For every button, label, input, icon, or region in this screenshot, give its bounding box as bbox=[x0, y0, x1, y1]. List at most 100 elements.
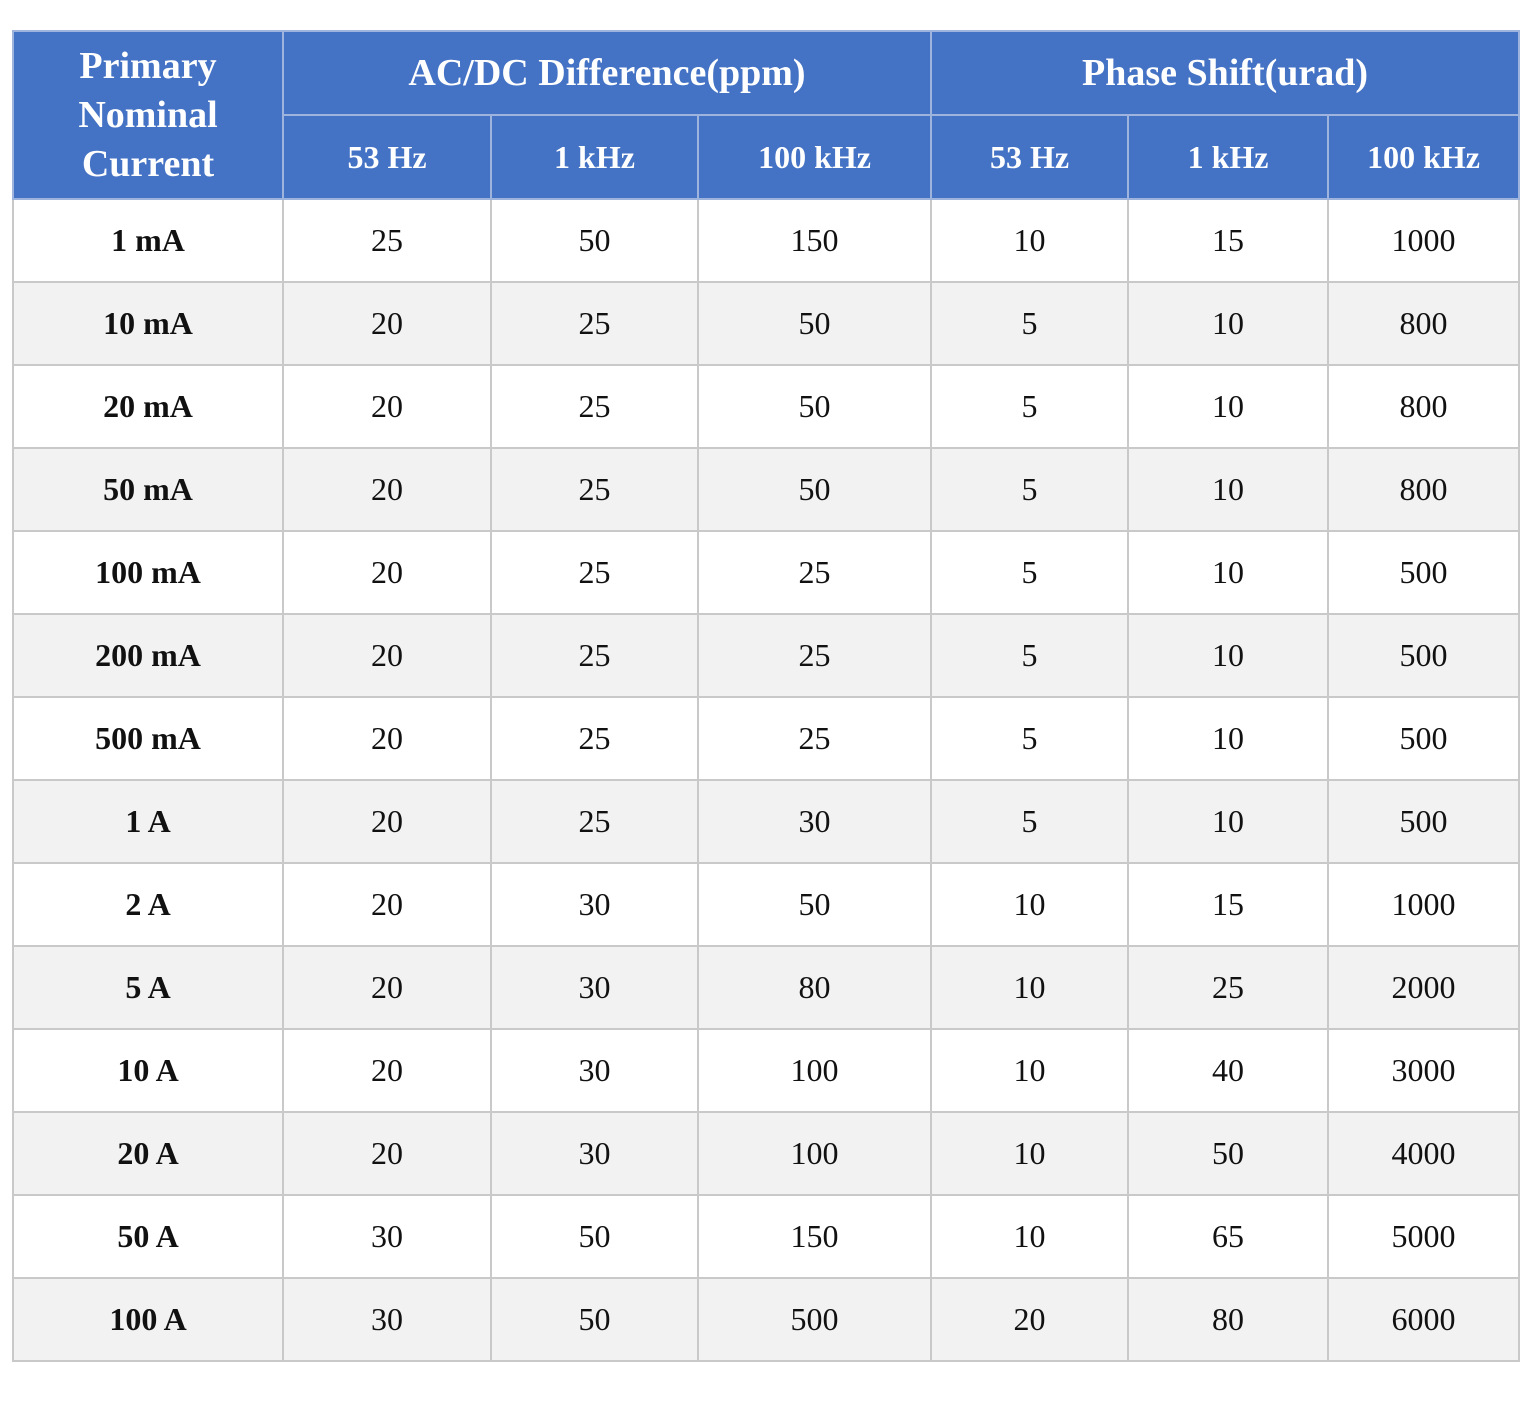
header-row-groups: Primary Nominal Current AC/DC Difference… bbox=[12, 30, 1521, 200]
value-cell: 80 bbox=[696, 945, 933, 1030]
value-cell: 20 bbox=[282, 364, 492, 449]
value-cell: 25 bbox=[696, 696, 933, 781]
value-cell: 5000 bbox=[1327, 1194, 1521, 1279]
value-cell: 20 bbox=[282, 613, 492, 698]
current-cell: 20 A bbox=[12, 1111, 284, 1196]
value-cell: 10 bbox=[930, 198, 1130, 283]
current-cell: 50 A bbox=[12, 1194, 284, 1279]
value-cell: 10 bbox=[1127, 364, 1330, 449]
value-cell: 1000 bbox=[1327, 198, 1521, 283]
value-cell: 20 bbox=[282, 779, 492, 864]
table-row: 20 mA 20 25 50 5 10 800 bbox=[12, 364, 1521, 449]
table-row: 50 mA 20 25 50 5 10 800 bbox=[12, 447, 1521, 532]
value-cell: 10 bbox=[930, 1028, 1130, 1113]
current-cell: 10 mA bbox=[12, 281, 284, 366]
value-cell: 800 bbox=[1327, 281, 1521, 366]
value-cell: 500 bbox=[1327, 779, 1521, 864]
table-row: 1 mA 25 50 150 10 15 1000 bbox=[12, 198, 1521, 283]
value-cell: 500 bbox=[1327, 530, 1521, 615]
frequency-header: 1 kHz bbox=[1127, 114, 1330, 200]
primary-nominal-current-header: Primary Nominal Current bbox=[12, 30, 284, 200]
table-row: 100 A 30 50 500 20 80 6000 bbox=[12, 1277, 1521, 1362]
table-row: 1 A 20 25 30 5 10 500 bbox=[12, 779, 1521, 864]
value-cell: 30 bbox=[282, 1277, 492, 1362]
value-cell: 5 bbox=[930, 613, 1130, 698]
value-cell: 25 bbox=[490, 530, 699, 615]
current-cell: 20 mA bbox=[12, 364, 284, 449]
value-cell: 5 bbox=[930, 696, 1130, 781]
table-row: 20 A 20 30 100 10 50 4000 bbox=[12, 1111, 1521, 1196]
header-line: Current bbox=[81, 142, 215, 185]
phase-shift-header: Phase Shift(urad) bbox=[930, 30, 1521, 116]
specifications-table: Primary Nominal Current AC/DC Difference… bbox=[12, 30, 1521, 1362]
value-cell: 10 bbox=[930, 945, 1130, 1030]
value-cell: 6000 bbox=[1327, 1277, 1521, 1362]
value-cell: 10 bbox=[1127, 779, 1330, 864]
value-cell: 20 bbox=[282, 1111, 492, 1196]
value-cell: 25 bbox=[490, 447, 699, 532]
value-cell: 80 bbox=[1127, 1277, 1330, 1362]
header-line: Primary bbox=[79, 44, 217, 87]
value-cell: 4000 bbox=[1327, 1111, 1521, 1196]
table-body: 1 mA 25 50 150 10 15 1000 10 mA 20 25 50 5 10 800 20 m… bbox=[12, 198, 1521, 1362]
value-cell: 20 bbox=[282, 1028, 492, 1113]
frequency-header: 1 kHz bbox=[490, 114, 699, 200]
value-cell: 10 bbox=[930, 1111, 1130, 1196]
value-cell: 5 bbox=[930, 779, 1130, 864]
current-cell: 1 mA bbox=[12, 198, 284, 283]
value-cell: 30 bbox=[490, 1028, 699, 1113]
value-cell: 25 bbox=[490, 364, 699, 449]
current-cell: 100 A bbox=[12, 1277, 284, 1362]
value-cell: 15 bbox=[1127, 862, 1330, 947]
table-row: 10 mA 20 25 50 5 10 800 bbox=[12, 281, 1521, 366]
value-cell: 25 bbox=[490, 281, 699, 366]
value-cell: 20 bbox=[282, 281, 492, 366]
value-cell: 50 bbox=[1127, 1111, 1330, 1196]
value-cell: 500 bbox=[696, 1277, 933, 1362]
value-cell: 5 bbox=[930, 447, 1130, 532]
value-cell: 50 bbox=[490, 1277, 699, 1362]
value-cell: 2000 bbox=[1327, 945, 1521, 1030]
value-cell: 20 bbox=[282, 530, 492, 615]
value-cell: 5 bbox=[930, 281, 1130, 366]
value-cell: 20 bbox=[282, 447, 492, 532]
value-cell: 30 bbox=[282, 1194, 492, 1279]
table-row: 2 A 20 30 50 10 15 1000 bbox=[12, 862, 1521, 947]
current-cell: 50 mA bbox=[12, 447, 284, 532]
frequency-header: 53 Hz bbox=[930, 114, 1130, 200]
header-line: Nominal bbox=[78, 93, 218, 136]
value-cell: 15 bbox=[1127, 198, 1330, 283]
value-cell: 50 bbox=[696, 364, 933, 449]
value-cell: 500 bbox=[1327, 613, 1521, 698]
value-cell: 50 bbox=[490, 1194, 699, 1279]
value-cell: 50 bbox=[696, 281, 933, 366]
value-cell: 1000 bbox=[1327, 862, 1521, 947]
value-cell: 25 bbox=[490, 696, 699, 781]
value-cell: 100 bbox=[696, 1028, 933, 1113]
value-cell: 25 bbox=[490, 779, 699, 864]
value-cell: 20 bbox=[282, 945, 492, 1030]
current-cell: 200 mA bbox=[12, 613, 284, 698]
value-cell: 5 bbox=[930, 530, 1130, 615]
table-row: 100 mA 20 25 25 5 10 500 bbox=[12, 530, 1521, 615]
table-row: 500 mA 20 25 25 5 10 500 bbox=[12, 696, 1521, 781]
value-cell: 150 bbox=[696, 198, 933, 283]
acdc-difference-header: AC/DC Difference(ppm) bbox=[281, 30, 933, 116]
value-cell: 25 bbox=[1127, 945, 1330, 1030]
value-cell: 10 bbox=[1127, 530, 1330, 615]
value-cell: 10 bbox=[930, 862, 1130, 947]
frequency-header: 100 kHz bbox=[1327, 114, 1521, 200]
table-row: 5 A 20 30 80 10 25 2000 bbox=[12, 945, 1521, 1030]
value-cell: 10 bbox=[930, 1194, 1130, 1279]
value-cell: 800 bbox=[1327, 364, 1521, 449]
value-cell: 10 bbox=[1127, 447, 1330, 532]
value-cell: 25 bbox=[696, 530, 933, 615]
value-cell: 800 bbox=[1327, 447, 1521, 532]
value-cell: 20 bbox=[282, 862, 492, 947]
value-cell: 25 bbox=[490, 613, 699, 698]
value-cell: 25 bbox=[696, 613, 933, 698]
value-cell: 30 bbox=[490, 862, 699, 947]
value-cell: 30 bbox=[490, 1111, 699, 1196]
current-cell: 1 A bbox=[12, 779, 284, 864]
value-cell: 150 bbox=[696, 1194, 933, 1279]
